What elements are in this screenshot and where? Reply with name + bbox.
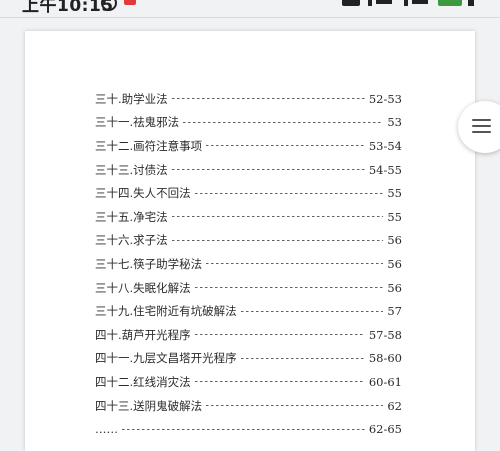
toc-entry-page: 56	[387, 233, 402, 248]
toc-entry-page: 62	[387, 398, 402, 413]
toc-entry-title: 三十九.住宅附近有坑破解法	[95, 304, 237, 319]
toc-entry-page: 62-65	[368, 422, 402, 437]
toc-entry-page: 56	[387, 256, 402, 271]
toc-entry-page: 54-55	[368, 162, 402, 177]
dotted-leader	[240, 357, 365, 359]
toc-entry[interactable]: …… 62-65	[95, 417, 402, 441]
dotted-leader	[194, 334, 365, 336]
toc-entry[interactable]: 三十一.祛鬼邪法 53	[95, 111, 402, 135]
toc-entry[interactable]: 四十.葫芦开光程序 57-58	[95, 323, 402, 347]
toc-entry-title: 三十二.画符注意事项	[95, 138, 203, 153]
toc-entry-title: ……	[95, 422, 118, 437]
toc-entry[interactable]: 三十八.失眠化解法 56	[95, 276, 402, 300]
status-divider	[0, 17, 500, 18]
toc-entry-page: 55	[387, 186, 402, 201]
dotted-leader	[183, 121, 384, 123]
dotted-leader	[171, 98, 365, 100]
toc-entry[interactable]: 四十三.送阴鬼破解法 62	[95, 394, 402, 418]
alarm-icon	[101, 0, 117, 11]
toc-entry-page: 57	[387, 304, 402, 319]
toc-entry[interactable]: 三十四.失人不回法 55	[95, 181, 402, 205]
dotted-leader	[122, 428, 365, 430]
hamburger-menu-icon-line	[472, 125, 491, 127]
document-page: 三十.助学业法 52-53 三十一.祛鬼邪法 53 三十二.画符注意事项 53-…	[25, 31, 475, 451]
signal-bars	[412, 0, 428, 4]
toc-entry-title: 四十一.九层文昌塔开光程序	[95, 351, 237, 366]
toc-entry[interactable]: 三十七.筷子助学秘法 56	[95, 252, 402, 276]
signal-bars	[376, 0, 392, 4]
dotted-leader	[206, 145, 365, 147]
status-bar: 上午10:15	[0, 0, 500, 16]
dotted-leader	[194, 287, 384, 289]
toc-entry-page: 57-58	[368, 327, 402, 342]
dotted-leader	[171, 216, 384, 218]
signal-icon	[368, 0, 372, 6]
toc-entry-title: 三十四.失人不回法	[95, 186, 191, 201]
toc-entry-title: 三十五.净宅法	[95, 209, 168, 224]
toc-entry-page: 53-54	[368, 138, 402, 153]
dotted-leader	[171, 169, 365, 171]
toc-entry-page: 56	[387, 280, 402, 295]
dotted-leader	[206, 263, 384, 265]
toc-entry[interactable]: 三十.助学业法 52-53	[95, 87, 402, 111]
hd-icon	[342, 0, 360, 6]
toc-entry-page: 58-60	[368, 351, 402, 366]
status-time: 上午10:15	[22, 0, 114, 16]
toc-entry-title: 四十.葫芦开光程序	[95, 327, 191, 342]
toc-entry-title: 三十八.失眠化解法	[95, 280, 191, 295]
toc-entry[interactable]: 四十二.红线消灾法 60-61	[95, 370, 402, 394]
toc-entry-title: 三十三.讨债法	[95, 162, 168, 177]
toc-entry[interactable]: 三十九.住宅附近有坑破解法 57	[95, 299, 402, 323]
table-of-contents: 三十.助学业法 52-53 三十一.祛鬼邪法 53 三十二.画符注意事项 53-…	[95, 87, 402, 441]
battery-icon	[438, 0, 462, 6]
toc-entry[interactable]: 三十二.画符注意事项 53-54	[95, 134, 402, 158]
toc-entry-title: 三十.助学业法	[95, 91, 168, 106]
charging-icon	[468, 0, 474, 6]
hamburger-menu-icon-line	[472, 131, 491, 133]
dotted-leader	[194, 381, 365, 383]
toc-entry[interactable]: 四十一.九层文昌塔开光程序 58-60	[95, 347, 402, 371]
toc-entry-page: 53	[387, 115, 402, 130]
toc-entry-page: 52-53	[368, 91, 402, 106]
toc-entry-title: 三十七.筷子助学秘法	[95, 256, 203, 271]
dotted-leader	[194, 192, 384, 194]
hamburger-menu-icon	[472, 119, 491, 121]
toc-entry-title: 三十六.求子法	[95, 233, 168, 248]
toc-entry-title: 三十一.祛鬼邪法	[95, 115, 180, 130]
dotted-leader	[240, 310, 384, 312]
toc-entry-page: 60-61	[368, 374, 402, 389]
toc-entry-title: 四十三.送阴鬼破解法	[95, 398, 203, 413]
dotted-leader	[206, 405, 384, 407]
toc-entry-page: 55	[387, 209, 402, 224]
notification-icon	[124, 0, 136, 5]
toc-entry-title: 四十二.红线消灾法	[95, 374, 191, 389]
toc-entry[interactable]: 三十三.讨债法 54-55	[95, 158, 402, 182]
toc-entry[interactable]: 三十五.净宅法 55	[95, 205, 402, 229]
toc-entry[interactable]: 三十六.求子法 56	[95, 229, 402, 253]
signal-icon	[404, 0, 408, 6]
dotted-leader	[171, 239, 384, 241]
